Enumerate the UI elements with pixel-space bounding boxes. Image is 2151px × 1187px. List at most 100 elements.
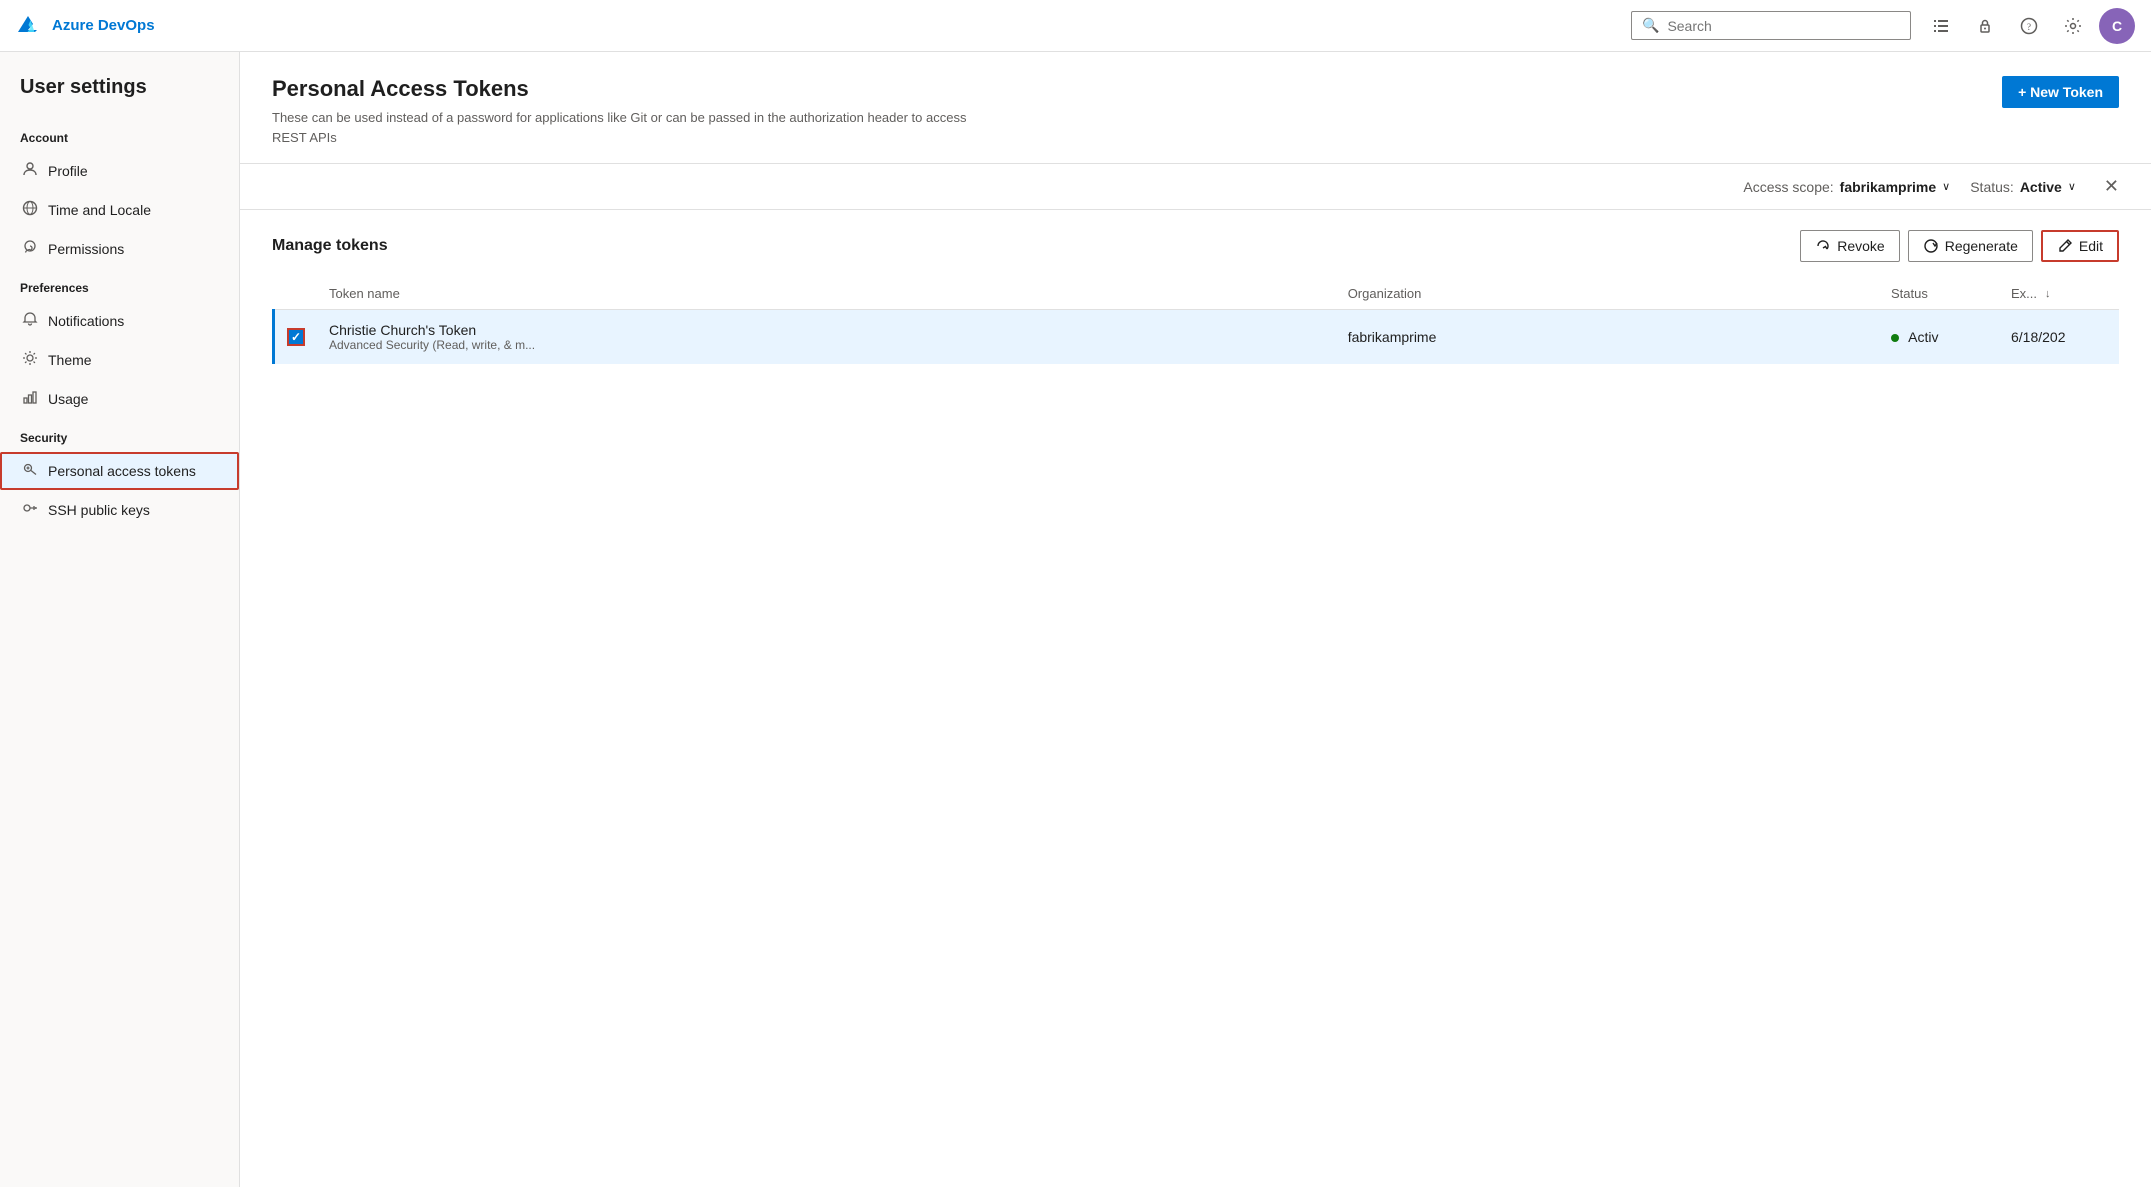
sidebar-item-usage[interactable]: Usage — [0, 380, 239, 418]
edit-button[interactable]: Edit — [2041, 230, 2119, 262]
revoke-icon — [1815, 238, 1831, 254]
sidebar-item-notifications[interactable]: Notifications — [0, 302, 239, 340]
help-icon-btn[interactable]: ? — [2011, 8, 2047, 44]
col-header-checkbox — [274, 278, 318, 310]
sidebar-item-usage-label: Usage — [48, 391, 88, 407]
sidebar-item-profile-label: Profile — [48, 163, 88, 179]
svg-text:?: ? — [2027, 22, 2031, 32]
page-subtitle: These can be used instead of a password … — [272, 108, 972, 147]
row-name-cell: Christie Church's Token Advanced Securit… — [317, 310, 1336, 365]
row-status-cell: Activ — [1879, 310, 1999, 365]
status-chevron-icon[interactable]: ∨ — [2068, 180, 2076, 193]
manage-actions-group: Revoke Regenerate Ed — [1800, 230, 2119, 262]
status-value[interactable]: Active — [2020, 179, 2062, 195]
manage-section: Manage tokens Revoke R — [240, 210, 2151, 364]
sidebar: User settings Account Profile Time and L… — [0, 52, 240, 1187]
sidebar-title: User settings — [0, 76, 239, 119]
new-token-button[interactable]: + New Token — [2002, 76, 2119, 108]
table-body: ✓ Christie Church's Token Advanced Secur… — [274, 310, 2120, 365]
time-locale-icon — [22, 200, 38, 220]
status-filter: Status: Active ∨ — [1970, 179, 2076, 195]
help-icon: ? — [2020, 17, 2038, 35]
manage-tokens-title: Manage tokens — [272, 237, 388, 255]
lock-icon — [1976, 17, 1994, 35]
sidebar-item-profile[interactable]: Profile — [0, 152, 239, 190]
sidebar-item-personal-access-tokens[interactable]: Personal access tokens — [0, 452, 239, 490]
theme-icon — [22, 350, 38, 370]
brand-link[interactable]: Azure DevOps — [16, 12, 155, 40]
regenerate-button[interactable]: Regenerate — [1908, 230, 2033, 262]
sidebar-item-ssh-keys[interactable]: SSH public keys — [0, 491, 239, 529]
manage-header: Manage tokens Revoke R — [272, 230, 2119, 262]
row-org-cell: fabrikamprime — [1336, 310, 1879, 365]
col-header-status: Status — [1879, 278, 1999, 310]
access-scope-label: Access scope: — [1743, 179, 1833, 195]
azure-logo-icon — [16, 12, 44, 40]
edit-icon — [2057, 238, 2073, 254]
page-header-text: Personal Access Tokens These can be used… — [272, 76, 972, 147]
sidebar-item-notifications-label: Notifications — [48, 313, 124, 329]
sidebar-item-permissions[interactable]: Permissions — [0, 230, 239, 268]
filter-close-icon[interactable]: ✕ — [2104, 176, 2119, 197]
notifications-icon — [22, 311, 38, 331]
sidebar-item-theme[interactable]: Theme — [0, 341, 239, 379]
search-bar[interactable]: 🔍 — [1631, 11, 1911, 40]
sidebar-item-permissions-label: Permissions — [48, 241, 124, 257]
search-input[interactable] — [1667, 18, 1900, 34]
layout: User settings Account Profile Time and L… — [0, 52, 2151, 1187]
tasks-icon — [1932, 17, 1950, 35]
access-scope-filter: Access scope: fabrikamprime ∨ — [1743, 179, 1950, 195]
settings-icon-btn[interactable] — [2055, 8, 2091, 44]
sidebar-item-time-locale[interactable]: Time and Locale — [0, 191, 239, 229]
row-expiry-value: 6/18/202 — [2011, 329, 2066, 345]
search-icon: 🔍 — [1642, 17, 1659, 34]
settings-icon — [2064, 17, 2082, 35]
page-title: Personal Access Tokens — [272, 76, 972, 102]
sidebar-item-pat-label: Personal access tokens — [48, 463, 196, 479]
permissions-icon — [22, 239, 38, 259]
ssh-icon — [22, 500, 38, 520]
row-checkbox[interactable]: ✓ — [287, 328, 305, 346]
profile-icon — [22, 161, 38, 181]
sidebar-section-preferences: Preferences — [0, 269, 239, 301]
col-header-expiry-label: Ex... — [2011, 286, 2037, 301]
col-header-expiry: Ex... ↓ — [1999, 278, 2119, 310]
nav-icons-group: ? C — [1923, 8, 2135, 44]
sidebar-item-ssh-keys-label: SSH public keys — [48, 502, 150, 518]
access-scope-chevron-icon[interactable]: ∨ — [1942, 180, 1950, 193]
row-org-value: fabrikamprime — [1348, 329, 1437, 345]
lock-icon-btn[interactable] — [1967, 8, 2003, 44]
user-avatar[interactable]: C — [2099, 8, 2135, 44]
sidebar-section-account: Account — [0, 119, 239, 151]
brand-name: Azure DevOps — [52, 17, 155, 34]
expiry-sort-icon[interactable]: ↓ — [2045, 288, 2051, 300]
usage-icon — [22, 389, 38, 409]
sidebar-item-theme-label: Theme — [48, 352, 92, 368]
topnav: Azure DevOps 🔍 ? — [0, 0, 2151, 52]
table-header: Token name Organization Status Ex... ↓ — [274, 278, 2120, 310]
sidebar-section-security: Security — [0, 419, 239, 451]
revoke-label: Revoke — [1837, 238, 1884, 254]
tokens-table: Token name Organization Status Ex... ↓ — [272, 278, 2119, 364]
checkbox-check-icon: ✓ — [291, 330, 301, 344]
regenerate-icon — [1923, 238, 1939, 254]
tasks-icon-btn[interactable] — [1923, 8, 1959, 44]
token-name-secondary: Advanced Security (Read, write, & m... — [329, 338, 1324, 352]
sidebar-item-time-locale-label: Time and Locale — [48, 202, 151, 218]
col-header-name: Token name — [317, 278, 1336, 310]
regenerate-label: Regenerate — [1945, 238, 2018, 254]
token-name-primary: Christie Church's Token — [329, 322, 1324, 338]
pat-icon — [22, 461, 38, 481]
status-label: Status: — [1970, 179, 2014, 195]
table-row[interactable]: ✓ Christie Church's Token Advanced Secur… — [274, 310, 2120, 365]
page-header: Personal Access Tokens These can be used… — [240, 52, 2151, 164]
col-header-org: Organization — [1336, 278, 1879, 310]
access-scope-value[interactable]: fabrikamprime — [1840, 179, 1936, 195]
edit-label: Edit — [2079, 238, 2103, 254]
revoke-button[interactable]: Revoke — [1800, 230, 1899, 262]
row-status-value: Activ — [1908, 329, 1938, 345]
main-content: Personal Access Tokens These can be used… — [240, 52, 2151, 1187]
row-checkbox-cell[interactable]: ✓ — [274, 310, 318, 365]
row-expiry-cell: 6/18/202 — [1999, 310, 2119, 365]
status-dot-icon — [1891, 334, 1899, 342]
